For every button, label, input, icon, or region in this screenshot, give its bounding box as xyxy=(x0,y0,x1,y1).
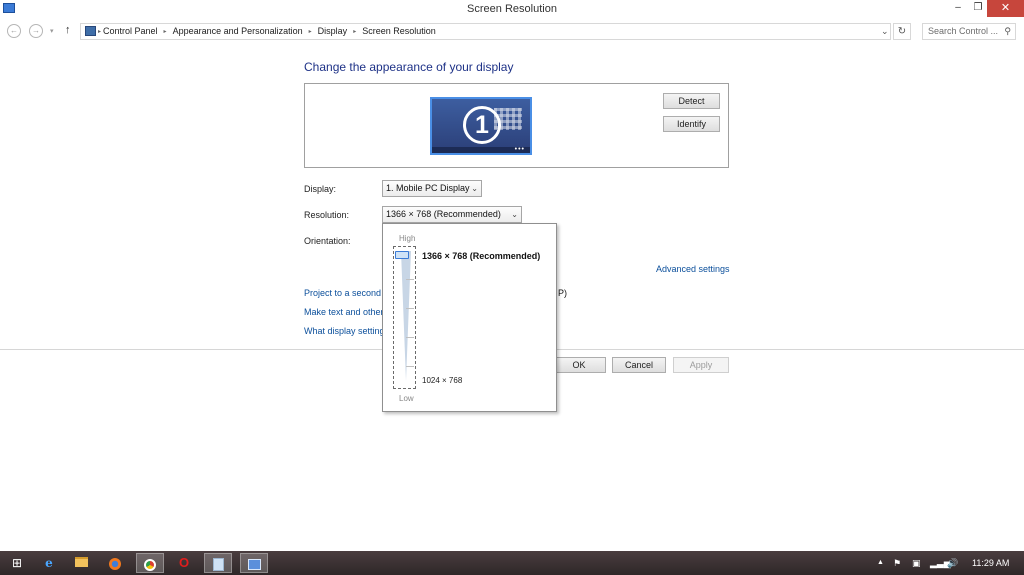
battery-icon[interactable]: ▣ xyxy=(912,558,921,569)
chevron-down-icon[interactable]: ⌄ xyxy=(471,181,478,196)
slider-wedge xyxy=(401,251,411,381)
slider-tick xyxy=(406,337,414,338)
identify-button[interactable]: Identify xyxy=(663,116,720,132)
firefox-logo-icon xyxy=(109,557,121,570)
monitor-1-tile[interactable]: 1 ••• xyxy=(430,97,532,155)
notepad-logo-icon xyxy=(212,558,224,572)
volume-icon[interactable]: 🔊 xyxy=(947,558,958,569)
breadcrumb-display[interactable]: Display xyxy=(318,26,348,36)
title-bar: Screen Resolution – ❐ ✕ xyxy=(0,0,1024,19)
show-hidden-icons-icon[interactable]: ▲ xyxy=(877,559,884,566)
recent-locations-dropdown[interactable]: ▾ xyxy=(50,27,54,35)
breadcrumb[interactable]: ▸ Control Panel ▸ Appearance and Persona… xyxy=(80,23,891,40)
resolution-label: Resolution: xyxy=(304,210,350,220)
what-display-settings-link[interactable]: What display setting xyxy=(304,326,385,336)
chevron-down-icon[interactable]: ⌄ xyxy=(511,207,518,222)
monitor-number: 1 xyxy=(463,106,501,144)
search-icon[interactable]: ⚲ xyxy=(1004,26,1011,37)
slider-low-label: Low xyxy=(399,394,414,403)
action-center-flag-icon[interactable]: ⚑ xyxy=(893,558,901,569)
advanced-settings-link[interactable]: Advanced settings xyxy=(656,264,730,274)
project-second-screen-link[interactable]: Project to a second xyxy=(304,288,381,298)
chevron-right-icon[interactable]: ▸ xyxy=(353,28,356,35)
page-title: Change the appearance of your display xyxy=(304,60,514,74)
search-input[interactable]: Search Control ... ⚲ xyxy=(922,23,1016,40)
chrome-icon[interactable] xyxy=(136,553,164,573)
screen-resolution-taskbar-icon[interactable] xyxy=(240,553,268,573)
slider-high-label: High xyxy=(399,234,416,243)
folder-icon xyxy=(74,557,88,567)
slider-tick xyxy=(406,366,414,367)
slider-tick xyxy=(406,308,414,309)
orientation-label: Orientation: xyxy=(304,236,351,246)
resolution-select-value: 1366 × 768 (Recommended) xyxy=(386,209,501,219)
make-text-larger-link[interactable]: Make text and other xyxy=(304,307,384,317)
breadcrumb-control-panel[interactable]: Control Panel xyxy=(103,26,158,36)
resolution-slider-popup: High 1366 × 768 (Recommended) 1024 × 768… xyxy=(382,223,557,412)
display-select[interactable]: 1. Mobile PC Display ⌄ xyxy=(382,180,482,197)
slider-tick xyxy=(406,279,414,280)
opera-icon[interactable]: O xyxy=(170,553,198,573)
taskbar: ⊞ e O ▲ ⚑ ▣ ▂▃▅ 🔊 11:29 AM xyxy=(0,551,1024,575)
up-level-button[interactable]: ↑ xyxy=(65,24,71,36)
search-placeholder: Search Control ... xyxy=(928,26,999,36)
resolution-slider-thumb[interactable] xyxy=(395,251,409,259)
back-button[interactable]: ← xyxy=(7,24,21,38)
display-select-value: 1. Mobile PC Display xyxy=(386,183,470,193)
refresh-button[interactable]: ↻ xyxy=(893,23,911,40)
display-arrangement-area: 1 ••• Detect Identify xyxy=(304,83,729,168)
chevron-right-icon[interactable]: ▸ xyxy=(309,28,312,35)
monitor-dots: ••• xyxy=(514,146,525,153)
window-title: Screen Resolution xyxy=(467,3,557,15)
display-label: Display: xyxy=(304,184,337,194)
control-panel-icon xyxy=(247,559,261,571)
address-history-dropdown[interactable]: ⌄ xyxy=(881,26,889,37)
firefox-icon[interactable] xyxy=(101,553,129,573)
internet-explorer-icon[interactable]: e xyxy=(35,553,63,573)
project-link-tail: P) xyxy=(558,288,567,298)
apply-button[interactable]: Apply xyxy=(673,357,729,373)
chevron-right-icon[interactable]: ▸ xyxy=(98,28,101,35)
forward-button[interactable]: → xyxy=(29,24,43,38)
breadcrumb-appearance-and-personalization[interactable]: Appearance and Personalization xyxy=(173,26,303,36)
chevron-right-icon[interactable]: ▸ xyxy=(164,28,167,35)
breadcrumb-screen-resolution[interactable]: Screen Resolution xyxy=(362,26,436,36)
resolution-option-high[interactable]: 1366 × 768 (Recommended) xyxy=(422,251,540,261)
notepad-icon[interactable] xyxy=(204,553,232,573)
close-button[interactable]: ✕ xyxy=(987,0,1024,17)
ok-button[interactable]: OK xyxy=(552,357,606,373)
resolution-select[interactable]: 1366 × 768 (Recommended) ⌄ xyxy=(382,206,522,223)
resolution-option-low[interactable]: 1024 × 768 xyxy=(422,376,462,385)
cancel-button[interactable]: Cancel xyxy=(612,357,666,373)
chrome-logo-icon xyxy=(144,558,156,571)
clock[interactable]: 11:29 AM xyxy=(972,558,1009,568)
control-panel-icon xyxy=(85,26,96,36)
detect-button[interactable]: Detect xyxy=(663,93,720,109)
file-explorer-icon[interactable] xyxy=(67,553,95,573)
start-button[interactable]: ⊞ xyxy=(3,553,31,573)
address-bar: ← → ▾ ↑ ▸ Control Panel ▸ Appearance and… xyxy=(0,19,1024,43)
